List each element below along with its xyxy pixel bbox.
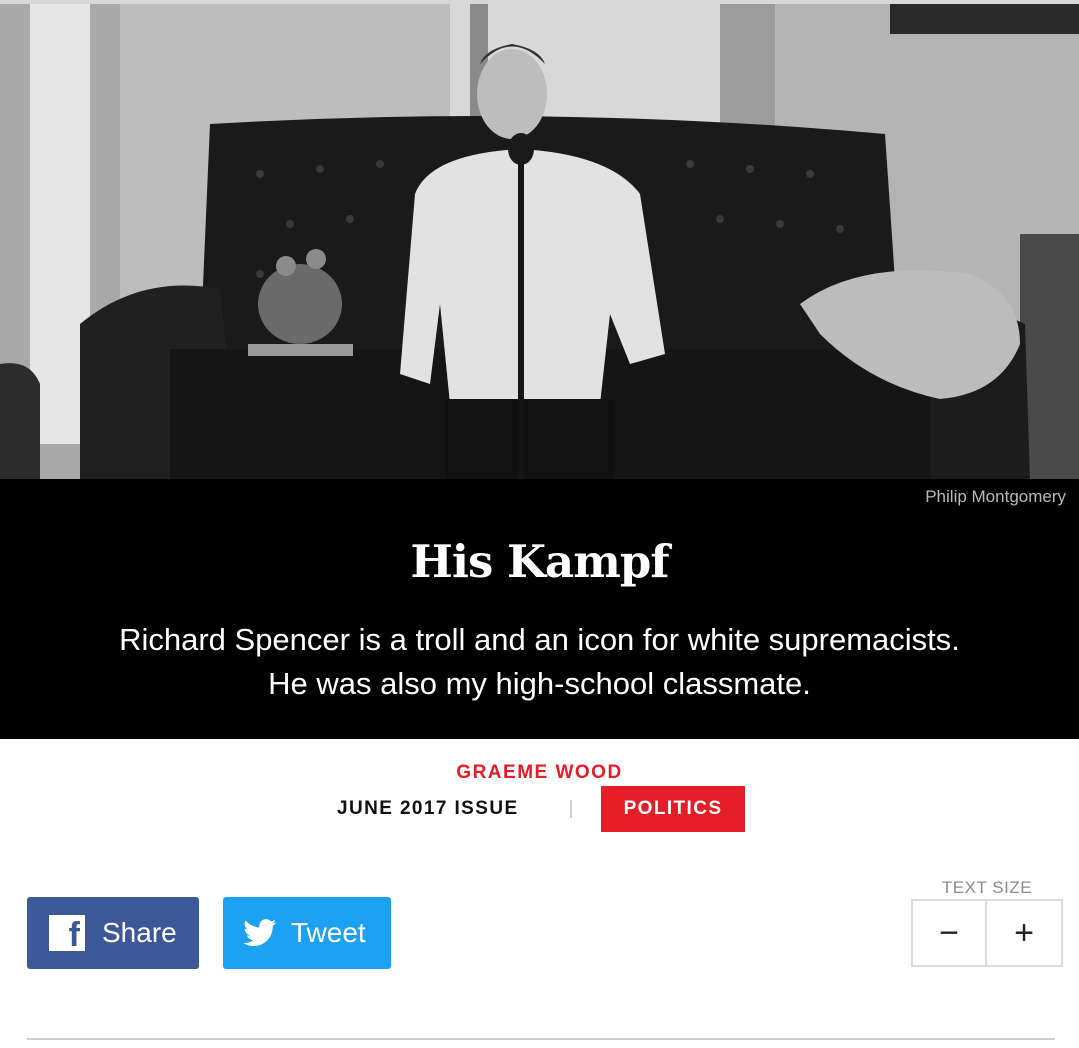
hero-image xyxy=(0,4,1079,479)
twitter-bird-icon xyxy=(243,919,277,947)
text-size-increase-button[interactable]: + xyxy=(987,901,1061,965)
author-byline[interactable]: GRAEME WOOD xyxy=(0,762,1079,784)
text-size-decrease-button[interactable]: − xyxy=(913,901,988,965)
section-tag-politics[interactable]: POLITICS xyxy=(601,786,745,832)
twitter-tweet-label: Tweet xyxy=(291,917,366,948)
dek-line-2: He was also my high-school classmate. xyxy=(268,666,811,701)
headline-panel: Philip Montgomery His Kampf Richard Spen… xyxy=(0,479,1079,739)
photo-credit: Philip Montgomery xyxy=(925,487,1066,506)
twitter-tweet-button[interactable]: Tweet xyxy=(223,897,391,969)
divider xyxy=(27,1038,1055,1040)
facebook-share-label: Share xyxy=(102,917,177,948)
text-size-label: TEXT SIZE xyxy=(941,878,1033,897)
article-dek: Richard Spencer is a troll and an icon f… xyxy=(20,618,1059,706)
facebook-share-button[interactable]: f Share xyxy=(27,897,199,969)
issue-label[interactable]: JUNE 2017 ISSUE xyxy=(337,798,519,820)
meta-separator xyxy=(570,800,572,818)
article-meta: JUNE 2017 ISSUE POLITICS xyxy=(0,786,1079,832)
dek-line-1: Richard Spencer is a troll and an icon f… xyxy=(119,622,960,657)
article-headline: His Kampf xyxy=(410,535,669,588)
text-size-control: − + xyxy=(911,899,1063,967)
facebook-icon: f xyxy=(49,915,85,954)
